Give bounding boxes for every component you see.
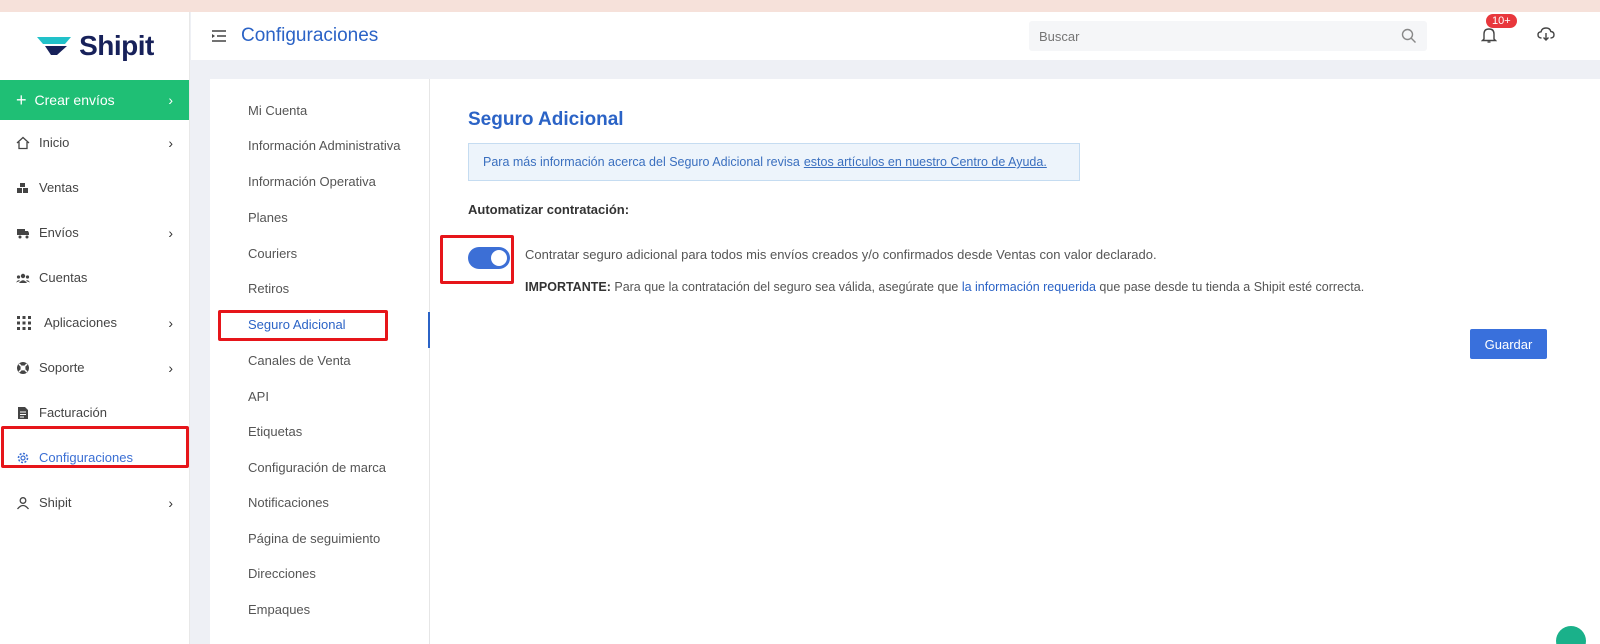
submenu-item-etiquetas[interactable]: Etiquetas (248, 424, 302, 439)
chevron-right-icon: › (168, 92, 173, 108)
sidebar-item-envios[interactable]: Envíos › (0, 210, 189, 255)
grid-icon (16, 315, 32, 331)
top-header: Configuraciones 10+ (191, 12, 1600, 60)
sidebar-item-label: Inicio (39, 135, 70, 150)
section-title: Seguro Adicional (468, 109, 624, 130)
create-shipment-button[interactable]: + Crear envíos › (0, 80, 189, 120)
required-info-link[interactable]: la información requerida (962, 280, 1096, 294)
lifebuoy-icon (16, 361, 30, 375)
sidebar-item-soporte[interactable]: Soporte › (0, 345, 189, 390)
document-icon (16, 406, 30, 420)
sidebar-item-ventas[interactable]: Ventas (0, 165, 189, 210)
search-icon[interactable] (1401, 28, 1417, 44)
automate-label: Automatizar contratación: (468, 202, 630, 217)
shipit-logo-icon (37, 37, 72, 55)
highlight-box-configuraciones (1, 426, 189, 468)
submenu-item-pagina-de-seguimiento[interactable]: Página de seguimiento (248, 531, 380, 546)
submenu-active-indicator (428, 312, 430, 348)
create-shipment-label: Crear envíos (34, 92, 115, 108)
users-icon (16, 271, 30, 285)
info-banner: Para más información acerca del Seguro A… (468, 143, 1080, 181)
cloud-download-icon[interactable] (1537, 26, 1555, 42)
submenu-item-informacion-operativa[interactable]: Información Operativa (248, 174, 376, 189)
submenu-item-retiros[interactable]: Retiros (248, 281, 289, 296)
info-text: Para más información acerca del Seguro A… (483, 155, 800, 169)
sidebar-item-aplicaciones[interactable]: Aplicaciones › (0, 300, 189, 345)
important-label: IMPORTANTE: (525, 280, 611, 294)
submenu-item-informacion-administrativa[interactable]: Información Administrativa (248, 138, 400, 153)
important-note: IMPORTANTE: Para que la contratación del… (525, 280, 1364, 294)
sidebar-item-label: Envíos (39, 225, 79, 240)
sidebar-item-label: Aplicaciones (44, 315, 117, 330)
search-box[interactable] (1029, 21, 1427, 51)
sidebar-item-shipit[interactable]: Shipit › (0, 480, 189, 525)
logo[interactable]: Shipit (0, 12, 189, 80)
notification-badge: 10+ (1486, 14, 1517, 28)
chevron-right-icon: › (168, 134, 173, 151)
sidebar-item-label: Soporte (39, 360, 85, 375)
user-icon (16, 496, 30, 510)
sidebar-item-cuentas[interactable]: Cuentas (0, 255, 189, 300)
bell-icon[interactable] (1481, 26, 1497, 44)
settings-submenu: Mi Cuenta Información Administrativa Inf… (210, 79, 430, 644)
logo-text: Shipit (79, 30, 154, 61)
sidebar-item-label: Cuentas (39, 270, 88, 285)
save-button[interactable]: Guardar (1470, 329, 1547, 359)
submenu-item-notificaciones[interactable]: Notificaciones (248, 495, 329, 510)
home-icon (16, 136, 30, 150)
chevron-right-icon: › (168, 314, 173, 331)
important-text-1: Para que la contratación del seguro sea … (614, 280, 959, 294)
submenu-item-mi-cuenta[interactable]: Mi Cuenta (248, 103, 307, 118)
insurance-option-text: Contratar seguro adicional para todos mi… (525, 247, 1157, 262)
submenu-item-canales-de-venta[interactable]: Canales de Venta (248, 353, 351, 368)
chevron-right-icon: › (168, 494, 173, 511)
search-input[interactable] (1029, 28, 1389, 44)
main-card: Mi Cuenta Información Administrativa Inf… (210, 79, 1600, 644)
chevron-right-icon: › (168, 359, 173, 376)
sidebar: Shipit + Crear envíos › Inicio › Ventas … (0, 12, 190, 644)
submenu-item-empaques[interactable]: Empaques (248, 602, 310, 617)
sidebar-item-label: Shipit (39, 495, 72, 510)
submenu-item-couriers[interactable]: Couriers (248, 246, 297, 261)
plus-icon: + (16, 89, 27, 110)
submenu-item-api[interactable]: API (248, 389, 269, 404)
chevron-right-icon: › (168, 224, 173, 241)
sidebar-item-label: Ventas (39, 180, 79, 195)
boxes-icon (16, 181, 30, 195)
help-center-link[interactable]: estos artículos en nuestro Centro de Ayu… (804, 155, 1047, 169)
submenu-item-configuracion-de-marca[interactable]: Configuración de marca (248, 460, 386, 475)
submenu-item-direcciones[interactable]: Direcciones (248, 566, 316, 581)
submenu-item-planes[interactable]: Planes (248, 210, 288, 225)
page-title: Configuraciones (241, 25, 379, 46)
important-text-2: que pase desde tu tienda a Shipit esté c… (1099, 280, 1365, 294)
highlight-box-toggle (440, 235, 514, 284)
top-banner-strip (0, 0, 1600, 12)
truck-icon (16, 226, 30, 240)
sidebar-item-inicio[interactable]: Inicio › (0, 120, 189, 165)
sidebar-item-label: Facturación (39, 405, 107, 420)
highlight-box-seguro-adicional (218, 310, 388, 341)
menu-collapse-icon[interactable] (211, 29, 227, 43)
